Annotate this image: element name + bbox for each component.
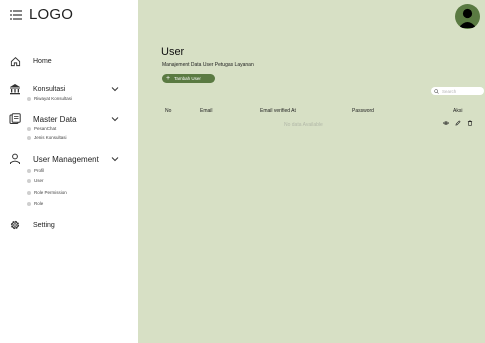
sidebar-item-konsultasi[interactable]: Konsultasi bbox=[9, 83, 119, 95]
bullet-icon bbox=[27, 168, 31, 173]
bullet-icon bbox=[27, 201, 31, 206]
sidebar-subitem-label: Riwayat Konsultasi bbox=[34, 96, 73, 101]
sidebar-subitem-label: Profil bbox=[34, 168, 45, 173]
plus-icon: + bbox=[166, 75, 171, 82]
sidebar-subitem-jenis-konsultasi[interactable]: Jenis Konsultasi bbox=[27, 135, 67, 140]
search-box[interactable] bbox=[431, 87, 484, 95]
database-icon bbox=[9, 113, 21, 125]
bullet-icon bbox=[27, 135, 31, 140]
column-header-email-verified-at[interactable]: Email verified At bbox=[260, 108, 296, 114]
user-avatar-icon bbox=[458, 8, 477, 28]
sidebar-subitem-label: Role bbox=[34, 201, 44, 206]
sidebar-item-home[interactable]: Home bbox=[9, 55, 119, 67]
bullet-icon bbox=[27, 126, 31, 131]
sidebar-subitem-role-permission[interactable]: Role Permission bbox=[27, 190, 67, 195]
edit-icon[interactable] bbox=[455, 120, 461, 126]
sidebar-subitem-label: Jenis Konsultasi bbox=[34, 135, 67, 140]
search-input[interactable] bbox=[442, 88, 482, 94]
logo: LOGO bbox=[29, 6, 74, 23]
sidebar-subitem-profil[interactable]: Profil bbox=[27, 168, 44, 173]
sidebar-item-label: Konsultasi bbox=[33, 85, 66, 93]
sidebar-subitem-user[interactable]: User bbox=[27, 178, 44, 183]
menu-icon[interactable] bbox=[10, 9, 22, 20]
search-icon bbox=[434, 88, 439, 94]
sidebar-subitem-label: Role Permission bbox=[34, 190, 67, 195]
home-icon bbox=[9, 55, 21, 67]
bank-icon bbox=[9, 83, 21, 95]
bullet-icon bbox=[27, 178, 31, 183]
logo-row: LOGO bbox=[10, 6, 73, 23]
sidebar-subitem-pesanchat[interactable]: PesanChat bbox=[27, 126, 56, 131]
main-panel bbox=[138, 0, 485, 343]
sidebar-item-master-data[interactable]: Master Data bbox=[9, 113, 119, 125]
add-user-button-label: Tambah User bbox=[174, 76, 201, 81]
chevron-down-icon[interactable] bbox=[111, 86, 119, 92]
empty-table-message: No data Available bbox=[284, 122, 323, 128]
sidebar-item-label: Home bbox=[33, 57, 52, 65]
chevron-down-icon[interactable] bbox=[111, 156, 119, 162]
sidebar-item-label: User Management bbox=[33, 154, 99, 164]
column-header-email[interactable]: Email bbox=[200, 108, 213, 114]
column-header-password[interactable]: Password bbox=[352, 108, 374, 114]
bullet-icon bbox=[27, 190, 31, 195]
sidebar-item-setting[interactable]: Setting bbox=[9, 219, 119, 231]
sidebar-item-label: Setting bbox=[33, 221, 55, 229]
page-subtitle: Manajement Data User Petugas Layanan bbox=[162, 62, 254, 68]
column-header-aksi: Aksi bbox=[453, 108, 463, 114]
page-title: User bbox=[161, 46, 185, 58]
avatar[interactable] bbox=[455, 4, 480, 29]
sidebar-item-user-management[interactable]: User Management bbox=[9, 153, 119, 165]
view-icon[interactable] bbox=[443, 120, 449, 126]
sidebar-subitem-label: PesanChat bbox=[34, 126, 57, 131]
user-icon bbox=[9, 153, 21, 165]
column-header-no[interactable]: No bbox=[165, 108, 171, 114]
sidebar-subitem-riwayat-konsultasi[interactable]: Riwayat Konsultasi bbox=[27, 96, 72, 101]
bullet-icon bbox=[27, 96, 31, 101]
sidebar-item-label: Master Data bbox=[33, 114, 77, 124]
sidebar-subitem-label: User bbox=[34, 178, 44, 183]
gear-icon bbox=[9, 219, 21, 231]
trash-icon[interactable] bbox=[467, 120, 473, 126]
sidebar-subitem-role[interactable]: Role bbox=[27, 201, 43, 206]
sidebar: LOGO Home Konsultasi Riwayat Konsultasi … bbox=[0, 0, 138, 343]
add-user-button[interactable]: + Tambah User bbox=[162, 74, 215, 83]
chevron-down-icon[interactable] bbox=[111, 116, 119, 122]
